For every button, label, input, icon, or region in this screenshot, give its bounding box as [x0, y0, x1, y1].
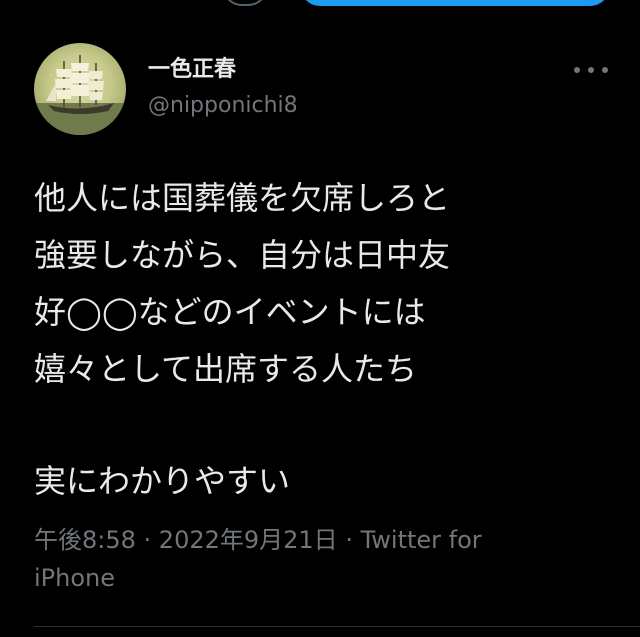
tweet-text-line: 他人には国葬儀を欠席しろと [34, 179, 451, 217]
tweet-text-line-blank [34, 398, 624, 453]
more-dots-icon [574, 67, 580, 73]
tweet-text-line: 実にわかりやすい [34, 462, 291, 500]
author-handle[interactable]: @nipponichi8 [148, 92, 298, 120]
meta-separator: · [135, 526, 159, 554]
more-dots-icon [588, 67, 594, 73]
avatar[interactable] [34, 43, 126, 135]
sailing-ship-icon [34, 55, 126, 135]
tweet-text-line: 強要しながら、自分は日中友 [34, 236, 451, 274]
divider [34, 626, 640, 627]
top-outline-button-edge[interactable] [222, 0, 268, 6]
more-options-button[interactable] [574, 58, 608, 82]
tweet-source-part1[interactable]: Twitter for [361, 526, 482, 554]
more-dots-icon [602, 67, 608, 73]
tweet-time[interactable]: 午後8:58 [34, 526, 136, 554]
author-display-name[interactable]: 一色正春 [148, 56, 236, 84]
tweet-source-part2[interactable]: iPhone [34, 564, 115, 592]
top-filled-button-edge[interactable] [300, 0, 610, 6]
meta-separator: · [337, 526, 361, 554]
tweet-text: 他人には国葬儀を欠席しろと 強要しながら、自分は日中友 好◯◯などのイベントには… [34, 170, 624, 510]
tweet-date[interactable]: 2022年9月21日 [159, 526, 338, 554]
tweet-metadata: 午後8:58 · 2022年9月21日 · Twitter for iPhone [34, 521, 594, 597]
tweet-text-line: 好◯◯などのイベントには [34, 293, 426, 331]
tweet-text-line: 嬉々として出席する人たち [34, 350, 418, 388]
